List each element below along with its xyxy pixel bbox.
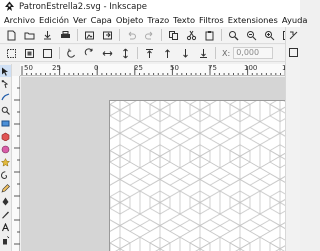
new-document-icon[interactable] (5, 29, 18, 42)
redo-icon[interactable] (143, 29, 156, 42)
raise-icon[interactable] (161, 47, 174, 60)
x-coordinate-label: X: (222, 48, 231, 58)
toolbar-separator (137, 47, 138, 59)
select-all-icon[interactable] (5, 47, 18, 60)
horizontal-ruler[interactable]: 50 25 0 25 50 75 100 125 (20, 64, 296, 76)
selector-tool-icon[interactable] (0, 65, 11, 77)
ellipse-tool-icon[interactable] (0, 143, 11, 155)
menu-ver[interactable]: Ver (71, 15, 89, 25)
import-icon[interactable] (83, 29, 96, 42)
toolbar-separator (77, 29, 78, 41)
zoom-selection-icon[interactable] (227, 29, 240, 42)
menu-extensiones[interactable]: Extensiones (226, 15, 280, 25)
calligraphy-tool-icon[interactable] (0, 208, 11, 220)
menu-texto[interactable]: Texto (171, 15, 197, 25)
deselect-icon[interactable] (41, 47, 54, 60)
drawing-canvas[interactable] (21, 77, 285, 251)
snap-bbox-icon[interactable] (288, 47, 299, 58)
tweak-tool-icon[interactable] (0, 91, 11, 103)
menu-trazo[interactable]: Trazo (145, 15, 171, 25)
flip-horizontal-icon[interactable] (101, 47, 114, 60)
spiral-tool-icon[interactable] (0, 169, 11, 181)
toolbar-separator (161, 29, 162, 41)
rotate-ccw-icon[interactable] (65, 47, 78, 60)
commands-toolbar (0, 27, 300, 44)
zoom-drawing-icon[interactable] (245, 29, 258, 42)
raise-to-top-icon[interactable] (143, 47, 156, 60)
ruler-label: 50 (24, 64, 33, 72)
snap-toggle-icon[interactable] (288, 30, 299, 41)
toolbar-separator (59, 47, 60, 59)
text-tool-icon[interactable] (0, 221, 11, 233)
paste-icon[interactable] (203, 29, 216, 42)
undo-icon[interactable] (125, 29, 138, 42)
copy-icon[interactable] (167, 29, 180, 42)
ruler-corner (12, 64, 20, 76)
window-title: PatronEstrella2.svg - Inkscape (19, 1, 147, 12)
snap-controls-bar (285, 27, 300, 251)
ruler-label: 75 (208, 64, 217, 72)
3dbox-tool-icon[interactable] (0, 130, 11, 142)
tool-controls-toolbar: X: 0,000 (0, 45, 300, 62)
rectangle-tool-icon[interactable] (0, 117, 11, 129)
open-icon[interactable] (23, 29, 36, 42)
lower-to-bottom-icon[interactable] (197, 47, 210, 60)
flip-vertical-icon[interactable] (119, 47, 132, 60)
toolbox (0, 64, 12, 251)
pencil-tool-icon[interactable] (0, 182, 11, 194)
menu-capa[interactable]: Capa (89, 15, 114, 25)
document-page[interactable] (109, 100, 285, 251)
cut-icon[interactable] (185, 29, 198, 42)
rotate-cw-icon[interactable] (83, 47, 96, 60)
star-tool-icon[interactable] (0, 156, 11, 168)
x-coordinate-input[interactable]: 0,000 (233, 47, 274, 59)
zoom-tool-icon[interactable] (0, 104, 11, 116)
lower-icon[interactable] (179, 47, 192, 60)
menu-archivo[interactable]: Archivo (2, 15, 37, 25)
ruler-label: 25 (134, 64, 143, 72)
menu-ayuda[interactable]: Ayuda (280, 15, 310, 25)
menu-bar: Archivo Edición Ver Capa Objeto Trazo Te… (0, 13, 308, 27)
toolbar-separator (221, 29, 222, 41)
title-bar: PatronEstrella2.svg - Inkscape (0, 0, 300, 13)
node-tool-icon[interactable] (0, 78, 11, 90)
print-icon[interactable] (59, 29, 72, 42)
star-pattern-drawing[interactable] (110, 101, 285, 251)
ruler-label: 0 (94, 64, 99, 72)
pen-tool-icon[interactable] (0, 195, 11, 207)
export-icon[interactable] (101, 29, 114, 42)
spray-tool-icon[interactable] (0, 234, 11, 246)
ruler-label: 100 (244, 64, 258, 72)
toolbar-separator (119, 29, 120, 41)
select-all-layers-icon[interactable] (23, 47, 36, 60)
inkscape-logo-icon (3, 1, 15, 13)
menu-edicion[interactable]: Edición (37, 15, 71, 25)
zoom-page-icon[interactable] (263, 29, 276, 42)
menu-objeto[interactable]: Objeto (114, 15, 146, 25)
ruler-label: 25 (52, 64, 61, 72)
vertical-ruler[interactable] (12, 76, 20, 251)
ruler-label: 50 (170, 64, 179, 72)
menu-filtros[interactable]: Filtros (197, 15, 226, 25)
toolbar-separator (215, 47, 216, 59)
save-icon[interactable] (41, 29, 54, 42)
